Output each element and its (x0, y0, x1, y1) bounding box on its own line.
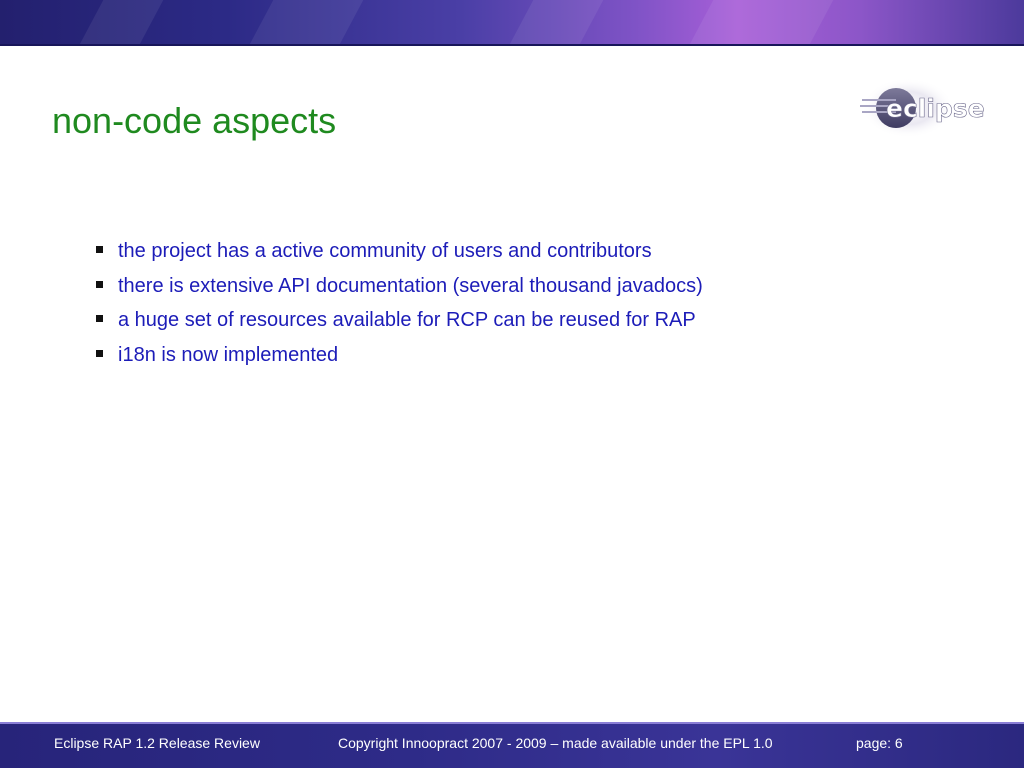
footer-presentation-title: Eclipse RAP 1.2 Release Review (54, 735, 260, 751)
slide-title: non-code aspects (52, 100, 337, 141)
square-bullet-icon (96, 349, 103, 357)
square-bullet-icon (96, 280, 103, 288)
bullet-text: a huge set of resources available for RC… (118, 309, 696, 331)
bullet-item: there is extensive API documentation (se… (96, 275, 703, 310)
bullet-list: the project has a active community of us… (96, 240, 703, 378)
eclipse-logo: eclipse (860, 78, 985, 138)
top-banner (0, 0, 1024, 46)
footer-bar: Eclipse RAP 1.2 Release Review Copyright… (0, 722, 1024, 768)
banner-stripe (241, 0, 369, 46)
bullet-text: there is extensive API documentation (se… (118, 274, 703, 297)
bullet-text: i18n is now implemented (118, 343, 339, 366)
footer-copyright: Copyright Innoopract 2007 - 2009 – made … (338, 735, 773, 751)
bullet-item: the project has a active community of us… (96, 240, 703, 275)
banner-stripe (501, 0, 609, 46)
bullet-item: i18n is now implemented (96, 344, 703, 379)
banner-stripe (71, 0, 169, 46)
footer-page-number: page: 6 (856, 735, 903, 751)
bullet-text: the project has a active community of us… (118, 240, 652, 262)
slide: non-code aspects eclipse the project has… (0, 0, 1024, 768)
banner-stripe (681, 0, 839, 46)
square-bullet-icon (96, 246, 103, 253)
square-bullet-icon (96, 315, 103, 322)
logo-wordmark: eclipse (886, 94, 985, 123)
banner-rule (0, 44, 1024, 46)
footer-rule (0, 722, 1024, 724)
bullet-item: a huge set of resources available for RC… (96, 309, 703, 344)
